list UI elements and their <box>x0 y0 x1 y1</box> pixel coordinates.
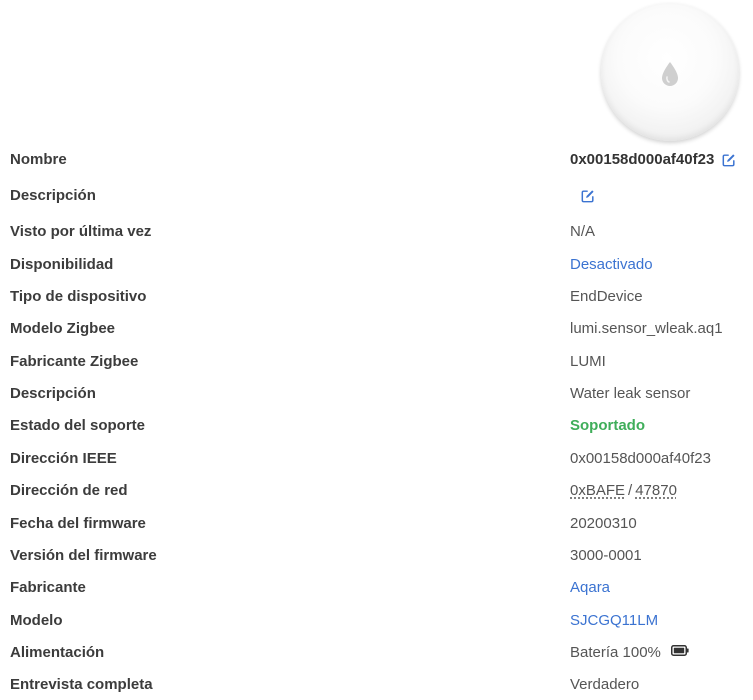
row-ieee-address: Dirección IEEE 0x00158d000af40f23 <box>0 447 753 471</box>
network-address-separator: / <box>628 482 633 499</box>
row-descripcion-editable: Descripción <box>0 184 753 208</box>
value-support-status: Soportado <box>570 417 645 434</box>
label-firmware-version: Versión del firmware <box>10 547 157 564</box>
row-availability: Disponibilidad Desactivado <box>0 253 753 277</box>
row-support-status: Estado del soporte Soportado <box>0 414 753 438</box>
label-nombre: Nombre <box>10 151 67 168</box>
value-last-seen: N/A <box>570 223 596 240</box>
row-firmware-version: Versión del firmware 3000-0001 <box>0 544 753 568</box>
manufacturer-link[interactable]: Aqara <box>570 576 610 600</box>
label-model: Modelo <box>10 612 63 629</box>
value-firmware-version: 3000-0001 <box>570 547 642 564</box>
edit-description-icon[interactable] <box>581 187 595 211</box>
row-device-type: Tipo de dispositivo EndDevice <box>0 285 753 309</box>
edit-name-icon[interactable] <box>722 151 736 175</box>
value-firmware-date: 20200310 <box>570 515 637 532</box>
row-zigbee-model: Modelo Zigbee lumi.sensor_wleak.aq1 <box>0 317 753 341</box>
device-image <box>601 3 739 141</box>
network-address-hex: 0xBAFE <box>570 482 626 499</box>
row-power-source: Alimentación Batería 100% <box>0 641 753 665</box>
value-description: Water leak sensor <box>570 385 691 402</box>
row-interview-completed: Entrevista completa Verdadero <box>0 673 753 697</box>
value-network-address: 0xBAFE/47870 <box>570 479 677 503</box>
label-interview-completed: Entrevista completa <box>10 676 153 693</box>
label-description: Descripción <box>10 385 96 402</box>
row-description: Descripción Water leak sensor <box>0 382 753 406</box>
label-last-seen: Visto por última vez <box>10 223 152 240</box>
label-ieee-address: Dirección IEEE <box>10 450 117 467</box>
value-zigbee-model: lumi.sensor_wleak.aq1 <box>570 320 723 337</box>
battery-full-icon <box>671 640 689 664</box>
label-support-status: Estado del soporte <box>10 417 146 434</box>
row-manufacturer: Fabricante Aqara <box>0 576 753 600</box>
model-link[interactable]: SJCGQ11LM <box>570 609 658 633</box>
row-nombre: Nombre 0x00158d000af40f23 <box>0 148 753 172</box>
availability-link[interactable]: Desactivado <box>570 253 653 277</box>
value-ieee-address: 0x00158d000af40f23 <box>570 450 711 467</box>
value-power-source: Batería 100% <box>570 641 689 665</box>
value-zigbee-manufacturer: LUMI <box>570 353 606 370</box>
label-zigbee-manufacturer: Fabricante Zigbee <box>10 353 139 370</box>
label-availability: Disponibilidad <box>10 256 114 273</box>
row-model: Modelo SJCGQ11LM <box>0 609 753 633</box>
value-nombre: 0x00158d000af40f23 <box>570 151 715 168</box>
power-source-text: Batería 100% <box>570 644 661 661</box>
label-device-type: Tipo de dispositivo <box>10 288 147 305</box>
value-device-type: EndDevice <box>570 288 643 305</box>
label-manufacturer: Fabricante <box>10 579 86 596</box>
water-drop-icon <box>662 62 678 86</box>
label-zigbee-model: Modelo Zigbee <box>10 320 115 337</box>
row-network-address: Dirección de red 0xBAFE/47870 <box>0 479 753 503</box>
row-last-seen: Visto por última vez N/A <box>0 220 753 244</box>
label-power-source: Alimentación <box>10 644 105 661</box>
label-firmware-date: Fecha del firmware <box>10 515 146 532</box>
device-details-page: Nombre 0x00158d000af40f23 Descripción Vi… <box>0 0 753 700</box>
value-interview-completed: Verdadero <box>570 676 640 693</box>
row-zigbee-manufacturer: Fabricante Zigbee LUMI <box>0 350 753 374</box>
label-network-address: Dirección de red <box>10 482 128 499</box>
network-address-dec: 47870 <box>635 482 677 499</box>
row-firmware-date: Fecha del firmware 20200310 <box>0 512 753 536</box>
label-descripcion: Descripción <box>10 187 96 204</box>
